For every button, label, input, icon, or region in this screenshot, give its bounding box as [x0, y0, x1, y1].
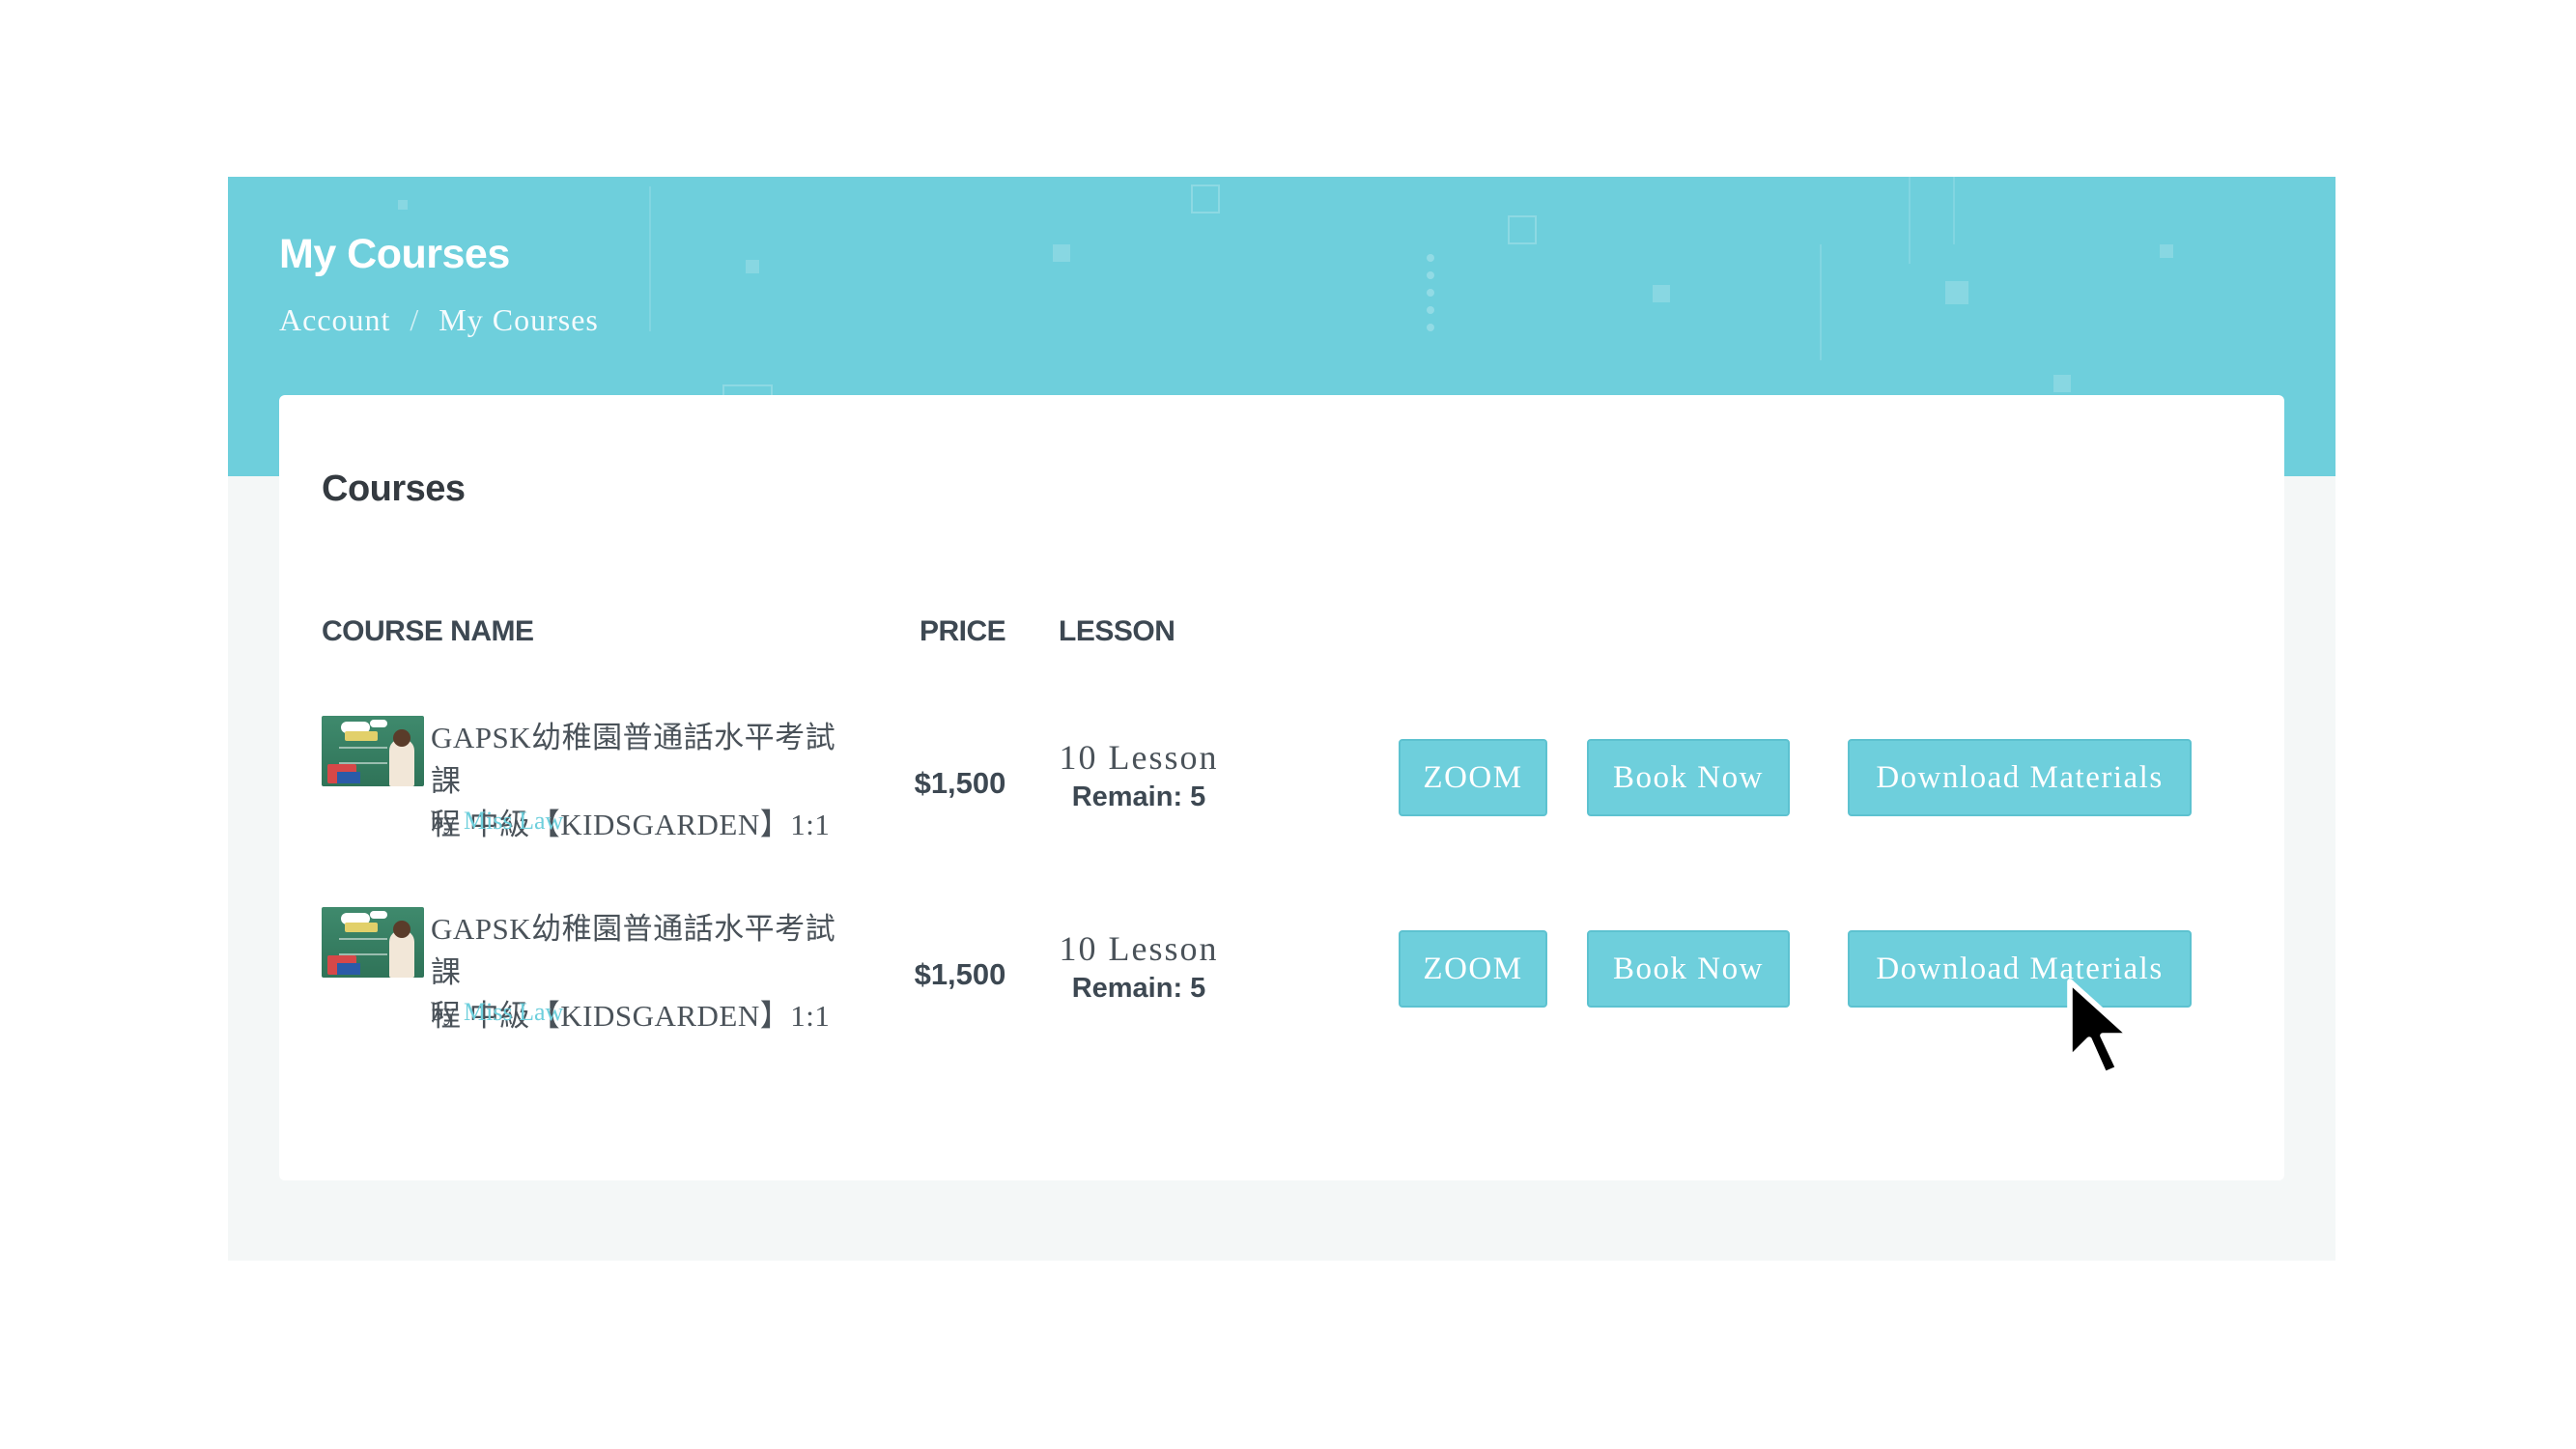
banner-decoration	[2160, 244, 2173, 258]
breadcrumb-account-link[interactable]: Account	[279, 302, 390, 337]
banner-decoration	[1427, 306, 1434, 314]
courses-heading: Courses	[322, 469, 466, 509]
book-now-button[interactable]: Book Now	[1587, 739, 1790, 816]
course-thumbnail[interactable]	[322, 907, 424, 978]
banner-decoration	[1427, 289, 1434, 297]
lesson-count: 10 Lesson	[1059, 929, 1219, 968]
course-byline: by Miss Law	[431, 807, 563, 836]
banner-decoration	[1508, 215, 1537, 244]
lessons-remaining: Remain: 5	[1071, 781, 1206, 812]
zoom-button[interactable]: ZOOM	[1399, 930, 1547, 1008]
banner-decoration	[1427, 324, 1434, 331]
courses-card: Courses COURSE NAME PRICE LESSON GAPSK幼稚…	[279, 395, 2284, 1180]
download-materials-button[interactable]: Download Materials	[1848, 930, 2192, 1008]
banner-decoration	[1953, 177, 1955, 244]
course-row: GAPSK幼稚園普通話水平考試課 程 中級【KIDSGARDEN】1:1 by M…	[279, 716, 2284, 870]
breadcrumb-separator: /	[410, 302, 420, 337]
page-title: My Courses	[279, 231, 510, 277]
lesson-count: 10 Lesson	[1059, 738, 1219, 777]
column-header-course-name: COURSE NAME	[322, 615, 534, 647]
download-materials-button[interactable]: Download Materials	[1848, 739, 2192, 816]
by-label: by	[431, 998, 456, 1026]
banner-decoration	[1053, 244, 1070, 262]
course-thumbnail[interactable]	[322, 716, 424, 786]
banner-decoration	[2053, 375, 2071, 392]
banner-decoration	[1653, 285, 1670, 302]
lesson-info: 10 Lesson Remain: 5	[1013, 926, 1264, 1005]
banner-decoration	[1191, 185, 1220, 213]
by-label: by	[431, 807, 456, 835]
banner-decoration	[1820, 244, 1822, 360]
course-byline: by Miss Law	[431, 998, 563, 1027]
course-title-line: GAPSK幼稚園普通話水平考試課	[431, 721, 836, 798]
column-header-lesson: LESSON	[1059, 615, 1175, 647]
author-link[interactable]: Miss Law	[464, 807, 563, 835]
banner-decoration	[1427, 271, 1434, 279]
banner-decoration	[398, 200, 408, 210]
breadcrumb-current: My Courses	[439, 302, 599, 337]
course-title-line: GAPSK幼稚園普通話水平考試課	[431, 912, 836, 989]
course-row: GAPSK幼稚園普通話水平考試課 程 中級【KIDSGARDEN】1:1 by M…	[279, 907, 2284, 1062]
account-page: My Courses Account / My Courses Courses CO…	[228, 177, 2335, 1261]
book-now-button[interactable]: Book Now	[1587, 930, 1790, 1008]
breadcrumb: Account / My Courses	[279, 302, 599, 338]
lesson-info: 10 Lesson Remain: 5	[1013, 735, 1264, 813]
banner-decoration	[1909, 177, 1911, 264]
banner-decoration	[1945, 281, 1968, 304]
column-header-price: PRICE	[920, 615, 1006, 647]
banner-decoration	[649, 186, 651, 331]
banner-decoration	[746, 260, 759, 273]
zoom-button[interactable]: ZOOM	[1399, 739, 1547, 816]
lessons-remaining: Remain: 5	[1071, 973, 1206, 1004]
author-link[interactable]: Miss Law	[464, 998, 563, 1026]
banner-decoration	[1427, 254, 1434, 262]
